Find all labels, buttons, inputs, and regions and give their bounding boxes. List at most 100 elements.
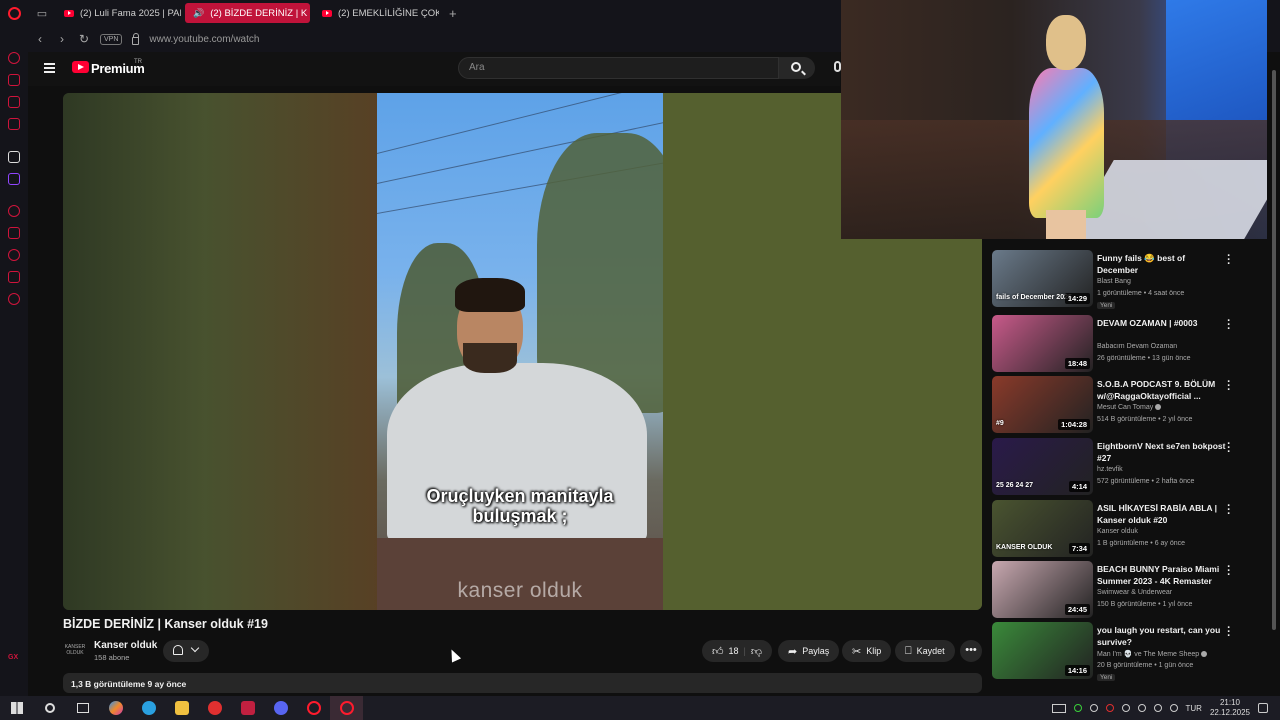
more-actions-icon[interactable]: ••• <box>960 640 982 662</box>
forward-icon[interactable]: › <box>56 32 68 46</box>
share-button[interactable]: ➦ Paylaş <box>778 640 840 662</box>
discord-tray-icon[interactable] <box>1089 704 1098 712</box>
reload-icon[interactable]: ↻ <box>78 32 90 46</box>
sidebar-bookmarks-icon[interactable] <box>8 227 20 239</box>
recommendation-title[interactable]: you laugh you restart, can you survive? <box>1097 625 1227 648</box>
microphone-tray-icon[interactable] <box>1153 704 1162 712</box>
discord-icon[interactable] <box>264 696 297 720</box>
more-vert-icon[interactable]: · · · <box>1226 501 1232 520</box>
video-frame[interactable]: Oruçluyken manitayla buluşmak ; kanser o… <box>377 93 663 610</box>
opera-icon[interactable] <box>297 696 330 720</box>
more-vert-icon[interactable]: · · · <box>1226 316 1232 335</box>
opera-menu-icon[interactable] <box>0 0 28 26</box>
channel-avatar[interactable]: KANSER OLDUK <box>63 641 87 661</box>
recommendation-channel[interactable]: Babacım Devam Ozaman <box>1097 343 1177 350</box>
youtube-logo-icon[interactable] <box>72 61 89 73</box>
more-vert-icon[interactable]: · · · <box>1226 251 1232 270</box>
search-input[interactable]: Ara <box>458 57 779 79</box>
vpn-badge[interactable]: VPN <box>100 33 123 45</box>
sidebar-player-icon[interactable] <box>8 205 20 217</box>
back-icon[interactable]: ‹ <box>34 32 46 46</box>
tab-luli-fama[interactable]: (2) Luli Fama 2025 | PARA <box>56 3 181 23</box>
picture-in-picture-video[interactable] <box>841 0 1267 239</box>
recommendation-title[interactable]: DEVAM OZAMAN | #0003 <box>1097 318 1227 330</box>
recommendation-item[interactable]: 24:45 BEACH BUNNY Paraiso Miami Summer 20… <box>992 561 1262 619</box>
more-vert-icon[interactable]: · · · <box>1226 377 1232 396</box>
recommendation-channel[interactable]: hz.tevfik <box>1097 466 1123 473</box>
app-tray-icon[interactable] <box>1121 704 1130 712</box>
recommendation-thumbnail[interactable]: KANSER OLDUK 7:34 <box>992 500 1093 557</box>
description-box[interactable]: 1,3 B görüntüleme 9 ay önce <box>63 673 982 693</box>
more-vert-icon[interactable]: · · · <box>1226 562 1232 581</box>
speaker-icon[interactable]: 🔊 <box>193 8 204 19</box>
recommendation-thumbnail[interactable]: fails of December 2025 14:29 <box>992 250 1093 307</box>
more-vert-icon[interactable]: · · · <box>1226 623 1232 642</box>
tab-bizde-deriniz[interactable]: 🔊 (2) BİZDE DERİNİZ | K <box>185 3 310 23</box>
recommendation-title[interactable]: BEACH BUNNY Paraiso Miami Summer 2023 - … <box>1097 564 1227 587</box>
microphone-icon[interactable] <box>834 61 841 72</box>
nvidia-icon[interactable] <box>1073 704 1082 712</box>
menu-icon[interactable] <box>44 63 55 73</box>
recommendation-thumbnail[interactable]: 25 26 24 27 4:14 <box>992 438 1093 495</box>
like-button[interactable]: 👍︎ 18 | 👎︎ <box>702 640 773 662</box>
input-language[interactable]: TUR <box>1186 704 1202 713</box>
recommendation-item[interactable]: KANSER OLDUK 7:34 ASIL HİKAYESİ RABİA ABLA… <box>992 500 1262 558</box>
volume-icon[interactable] <box>1169 704 1178 712</box>
tab-menu-icon[interactable]: ▭ <box>28 0 56 26</box>
notifications-icon[interactable] <box>1258 703 1268 713</box>
sidebar-settings-icon[interactable] <box>8 293 20 305</box>
recommendation-channel[interactable]: Mesut Can Tomay <box>1097 404 1162 411</box>
sidebar-vk-icon[interactable] <box>8 118 20 130</box>
recommendation-channel[interactable]: Kanser olduk <box>1097 528 1138 535</box>
scrollbar-thumb[interactable] <box>1272 70 1276 630</box>
thumbs-down-icon[interactable]: 👎︎ <box>751 645 762 658</box>
save-button[interactable]: ⎕ Kaydet <box>895 640 955 662</box>
sidebar-messenger-icon[interactable] <box>8 96 20 108</box>
recommendation-channel[interactable]: Swimwear & Underwear <box>1097 589 1172 596</box>
sidebar-history-icon[interactable] <box>8 249 20 261</box>
recommendation-item[interactable]: 14:16 you laugh you restart, can you surv… <box>992 622 1262 681</box>
app-icon[interactable] <box>231 696 264 720</box>
app-icon[interactable] <box>198 696 231 720</box>
recommendation-title[interactable]: ASIL HİKAYESİ RABİA ABLA | Kanser olduk … <box>1097 503 1227 526</box>
recommendation-thumbnail[interactable]: 18:48 <box>992 315 1093 372</box>
tab-emekliligine[interactable]: (2) EMEKLİLİĞİNE ÇOK A <box>314 3 439 23</box>
copilot-icon[interactable] <box>99 696 132 720</box>
sidebar-aria-icon[interactable] <box>8 52 20 64</box>
task-view-icon[interactable] <box>66 696 99 720</box>
recommendation-title[interactable]: S.O.B.A PODCAST 9. BÖLÜM w/@RaggaOktayof… <box>1097 379 1227 402</box>
edge-icon[interactable] <box>132 696 165 720</box>
start-icon[interactable] <box>0 696 33 720</box>
recommendation-title[interactable]: Funny fails 😂 best of December <box>1097 253 1227 276</box>
sidebar-downloads-icon[interactable] <box>8 271 20 283</box>
recommendation-item[interactable]: fails of December 2025 14:29 Funny fails 😂… <box>992 250 1262 309</box>
page-scrollbar[interactable] <box>1270 60 1278 690</box>
keyboard-icon[interactable] <box>1051 703 1066 713</box>
network-icon[interactable] <box>1137 704 1146 712</box>
sidebar-crypto-icon[interactable] <box>8 74 20 86</box>
file-explorer-icon[interactable] <box>165 696 198 720</box>
clip-button[interactable]: ✂ Klip <box>842 640 892 662</box>
sidebar-twitch-icon[interactable] <box>8 173 20 185</box>
opera-gx-icon[interactable] <box>330 696 363 720</box>
app-tray-icon[interactable] <box>1105 704 1114 712</box>
search-icon[interactable] <box>33 696 66 720</box>
new-tab-icon[interactable]: + <box>443 6 463 21</box>
recommendation-thumbnail[interactable]: #9 1:04:28 <box>992 376 1093 433</box>
search-button[interactable] <box>779 57 815 79</box>
recommendation-thumbnail[interactable]: 24:45 <box>992 561 1093 618</box>
channel-name[interactable]: Kanser olduk <box>94 640 157 651</box>
lock-icon[interactable] <box>132 32 140 45</box>
recommendation-item[interactable]: #9 1:04:28 S.O.B.A PODCAST 9. BÖLÜM w/@Rag… <box>992 376 1262 434</box>
recommendation-item[interactable]: 25 26 24 27 4:14 EightbornV Next se7en bok… <box>992 438 1262 496</box>
recommendation-channel[interactable]: Blast Bang <box>1097 278 1131 285</box>
recommendation-channel[interactable]: Man I'm 💀 ve The Meme Sheep <box>1097 650 1208 658</box>
recommendation-title[interactable]: EightbornV Next se7en bokpost #27 <box>1097 441 1227 464</box>
sidebar-gx-icon[interactable]: GX <box>8 654 20 666</box>
more-vert-icon[interactable]: · · · <box>1226 439 1232 458</box>
clock[interactable]: 21:10 22.12.2025 <box>1210 698 1250 718</box>
recommendation-thumbnail[interactable]: 14:16 <box>992 622 1093 679</box>
recommendation-item[interactable]: 18:48 DEVAM OZAMAN | #0003 Babacım Devam O… <box>992 315 1262 373</box>
sidebar-tiktok-icon[interactable] <box>8 151 20 163</box>
notification-bell-button[interactable] <box>163 640 209 662</box>
